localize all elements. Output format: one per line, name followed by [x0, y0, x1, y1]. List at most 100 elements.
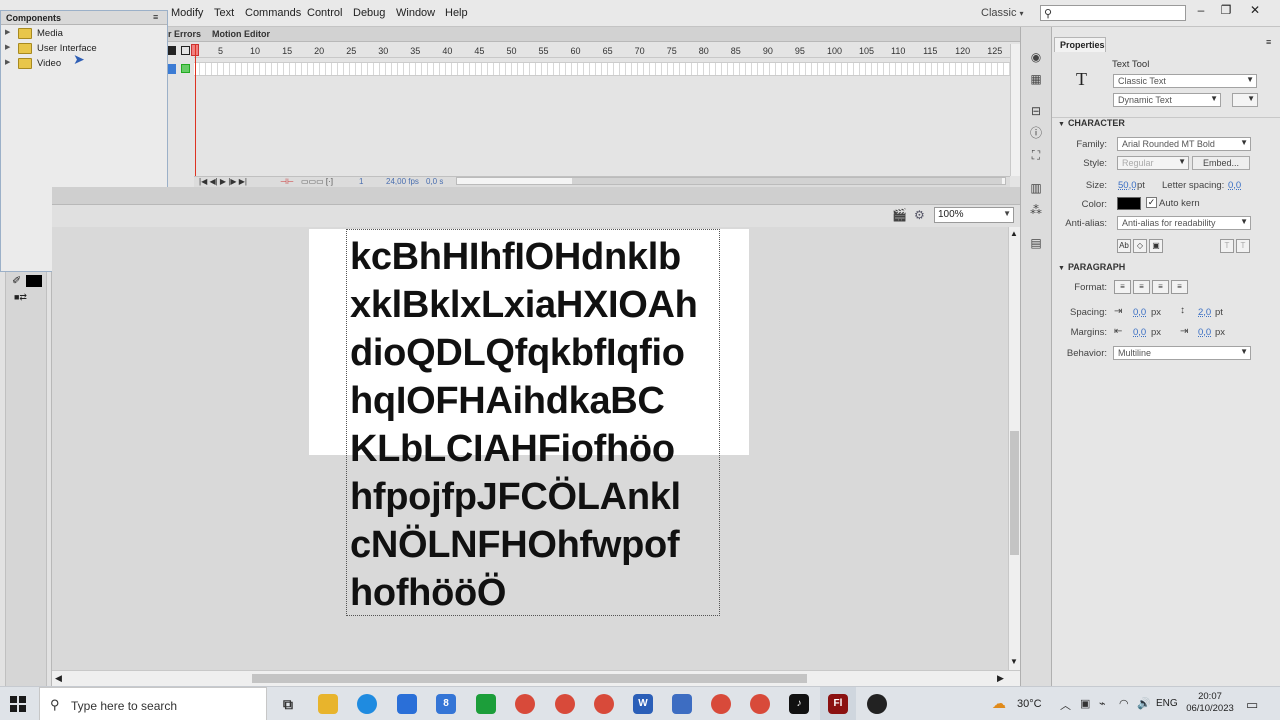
superscript-icon[interactable]: T — [1220, 239, 1234, 253]
swap-colors-icon[interactable]: ■⇄ — [14, 292, 27, 303]
word-icon[interactable]: W — [633, 694, 653, 714]
weather-icon[interactable]: ☁ — [992, 695, 1006, 712]
scroll-up-icon[interactable]: ▲ — [1010, 229, 1018, 238]
library-panel-icon[interactable]: ▥ — [1028, 180, 1044, 196]
chrome-icon[interactable] — [711, 694, 731, 714]
subscript-icon[interactable]: T — [1236, 239, 1250, 253]
scroll-down-icon[interactable]: ▼ — [1010, 657, 1018, 666]
stroke-color-icon[interactable]: ✐ — [12, 274, 21, 287]
embed-button[interactable]: Embed... — [1192, 156, 1250, 170]
stage-vscroll-thumb[interactable] — [1010, 431, 1019, 555]
outline-icon[interactable] — [181, 46, 190, 55]
antialias-select[interactable]: Anti-alias for readability ▼ — [1117, 216, 1251, 230]
edit-symbols-icon[interactable]: ⚙ — [914, 208, 925, 222]
scroll-left-icon[interactable]: ◀ — [55, 673, 62, 684]
chrome-icon[interactable] — [555, 694, 575, 714]
font-family-select[interactable]: Arial Rounded MT Bold ▼ — [1117, 137, 1251, 151]
selectable-text-icon[interactable]: Ab — [1117, 239, 1131, 253]
expand-arrow-icon[interactable]: ▶ — [5, 28, 10, 36]
chrome-icon[interactable] — [515, 694, 535, 714]
language-indicator[interactable]: ENG — [1156, 698, 1178, 709]
dynamic-text-field[interactable]: kcBhHIhfIOHdnklb xklBklxLxiaHXIOAh dioQD… — [346, 229, 720, 616]
auto-kern-checkbox[interactable]: ✓ — [1146, 197, 1157, 208]
help-search-input[interactable]: ⚲ — [1040, 5, 1186, 21]
flash-app-icon[interactable]: Fl — [828, 694, 848, 714]
edge-icon[interactable] — [357, 694, 377, 714]
align-panel-icon[interactable]: ⊟ — [1028, 103, 1044, 119]
temperature[interactable]: 30°C — [1017, 698, 1042, 710]
task-view-icon[interactable]: ⧉ — [278, 694, 298, 714]
text-type-select[interactable]: Dynamic Text ▼ — [1113, 93, 1221, 107]
layer-row[interactable] — [168, 64, 176, 74]
show-border-icon[interactable]: ▣ — [1149, 239, 1163, 253]
expand-arrow-icon[interactable]: ▶ — [5, 58, 10, 66]
stage-hscroll[interactable]: ◀ ▶ — [52, 670, 1020, 686]
right-margin-value[interactable]: 0,0 — [1198, 327, 1211, 338]
clock[interactable]: 20:07 06/10/2023 — [1186, 691, 1234, 715]
chevron-up-icon[interactable]: ︿ — [1060, 697, 1071, 713]
menu-modify[interactable]: Modify — [171, 7, 203, 19]
line-spacing-value[interactable]: 2,0 — [1198, 307, 1211, 318]
usb-icon[interactable]: ⌁ — [1099, 697, 1106, 710]
timeline-vscroll[interactable] — [1010, 44, 1020, 176]
minimize-button[interactable]: – — [1190, 2, 1212, 18]
indent-value[interactable]: 0,0 — [1133, 307, 1146, 318]
notifications-icon[interactable]: ▭ — [1246, 697, 1258, 713]
close-button[interactable]: ✕ — [1244, 2, 1266, 18]
color-panel-icon[interactable]: ◉ — [1028, 49, 1044, 65]
chrome-icon[interactable] — [750, 694, 770, 714]
meet-now-icon[interactable]: ▣ — [1080, 697, 1090, 710]
menu-text[interactable]: Text — [214, 7, 234, 19]
workspace-switcher[interactable]: Classic ▾ — [981, 7, 1024, 19]
layer-frames[interactable] — [194, 62, 1010, 76]
left-margin-value[interactable]: 0,0 — [1133, 327, 1146, 338]
align-justify-icon[interactable]: ≡ — [1171, 280, 1188, 294]
store-icon[interactable] — [397, 694, 417, 714]
text-engine-select[interactable]: Classic Text ▼ — [1113, 74, 1257, 88]
file-explorer-icon[interactable] — [318, 694, 338, 714]
document-viewer-icon[interactable] — [672, 694, 692, 714]
components-panel-icon[interactable]: ⁂ — [1028, 202, 1044, 218]
tiktok-icon[interactable]: ♪ — [789, 694, 809, 714]
recorder-icon[interactable] — [867, 694, 887, 714]
chrome-icon[interactable] — [594, 694, 614, 714]
stage-hscroll-thumb[interactable] — [252, 674, 807, 683]
panel-menu-icon[interactable]: ≡ — [1266, 37, 1271, 47]
timeline-hscroll[interactable] — [456, 177, 1006, 185]
fill-color-swatch[interactable] — [26, 275, 42, 287]
info-panel-icon[interactable]: ⓘ — [1028, 125, 1044, 141]
menu-help[interactable]: Help — [445, 7, 468, 19]
maximize-button[interactable]: ❐ — [1215, 2, 1237, 18]
align-center-icon[interactable]: ≡ — [1133, 280, 1150, 294]
swatches-panel-icon[interactable]: ▦ — [1028, 71, 1044, 87]
volume-icon[interactable]: 🔊 — [1137, 697, 1151, 710]
align-left-icon[interactable]: ≡ — [1114, 280, 1131, 294]
behavior-select[interactable]: Multiline ▼ — [1113, 346, 1251, 360]
panel-menu-icon[interactable]: ≡ — [153, 12, 158, 22]
motion-presets-icon[interactable]: ▤ — [1028, 235, 1044, 251]
mail-icon[interactable]: 8 — [436, 694, 456, 714]
lock-icon[interactable] — [168, 46, 176, 55]
timeline-hscroll-thumb[interactable] — [572, 178, 1002, 184]
letter-spacing-value[interactable]: 0,0 — [1228, 180, 1241, 191]
menu-commands[interactable]: Commands — [245, 7, 301, 19]
excel-like-icon[interactable] — [476, 694, 496, 714]
align-right-icon[interactable]: ≡ — [1152, 280, 1169, 294]
tab-properties[interactable]: Properties — [1054, 37, 1106, 52]
character-section-header[interactable]: ▼ CHARACTER — [1058, 118, 1125, 128]
menu-control[interactable]: Control — [307, 7, 342, 19]
transform-panel-icon[interactable]: ⛶ — [1028, 147, 1044, 163]
onion-skin-icon[interactable]: ⊣⊢ — [280, 177, 294, 186]
wifi-icon[interactable]: ◠ — [1119, 697, 1129, 710]
tab-motion-editor[interactable]: Motion Editor — [212, 29, 270, 39]
expand-arrow-icon[interactable]: ▶ — [5, 43, 10, 51]
font-style-select[interactable]: Regular ▼ — [1117, 156, 1189, 170]
menu-window[interactable]: Window — [396, 7, 435, 19]
tab-compiler-errors[interactable]: r Errors — [168, 29, 201, 39]
taskbar-search-input[interactable]: ⚲ Type here to search — [39, 687, 267, 720]
render-html-icon[interactable]: ◇ — [1133, 239, 1147, 253]
font-size-value[interactable]: 50,0 — [1118, 180, 1137, 191]
edit-scene-icon[interactable]: 🎬 — [892, 208, 907, 222]
layer-color-icon[interactable] — [181, 64, 190, 73]
edit-multiple-frames-icon[interactable]: ▭▭▭ [·] — [301, 177, 333, 186]
